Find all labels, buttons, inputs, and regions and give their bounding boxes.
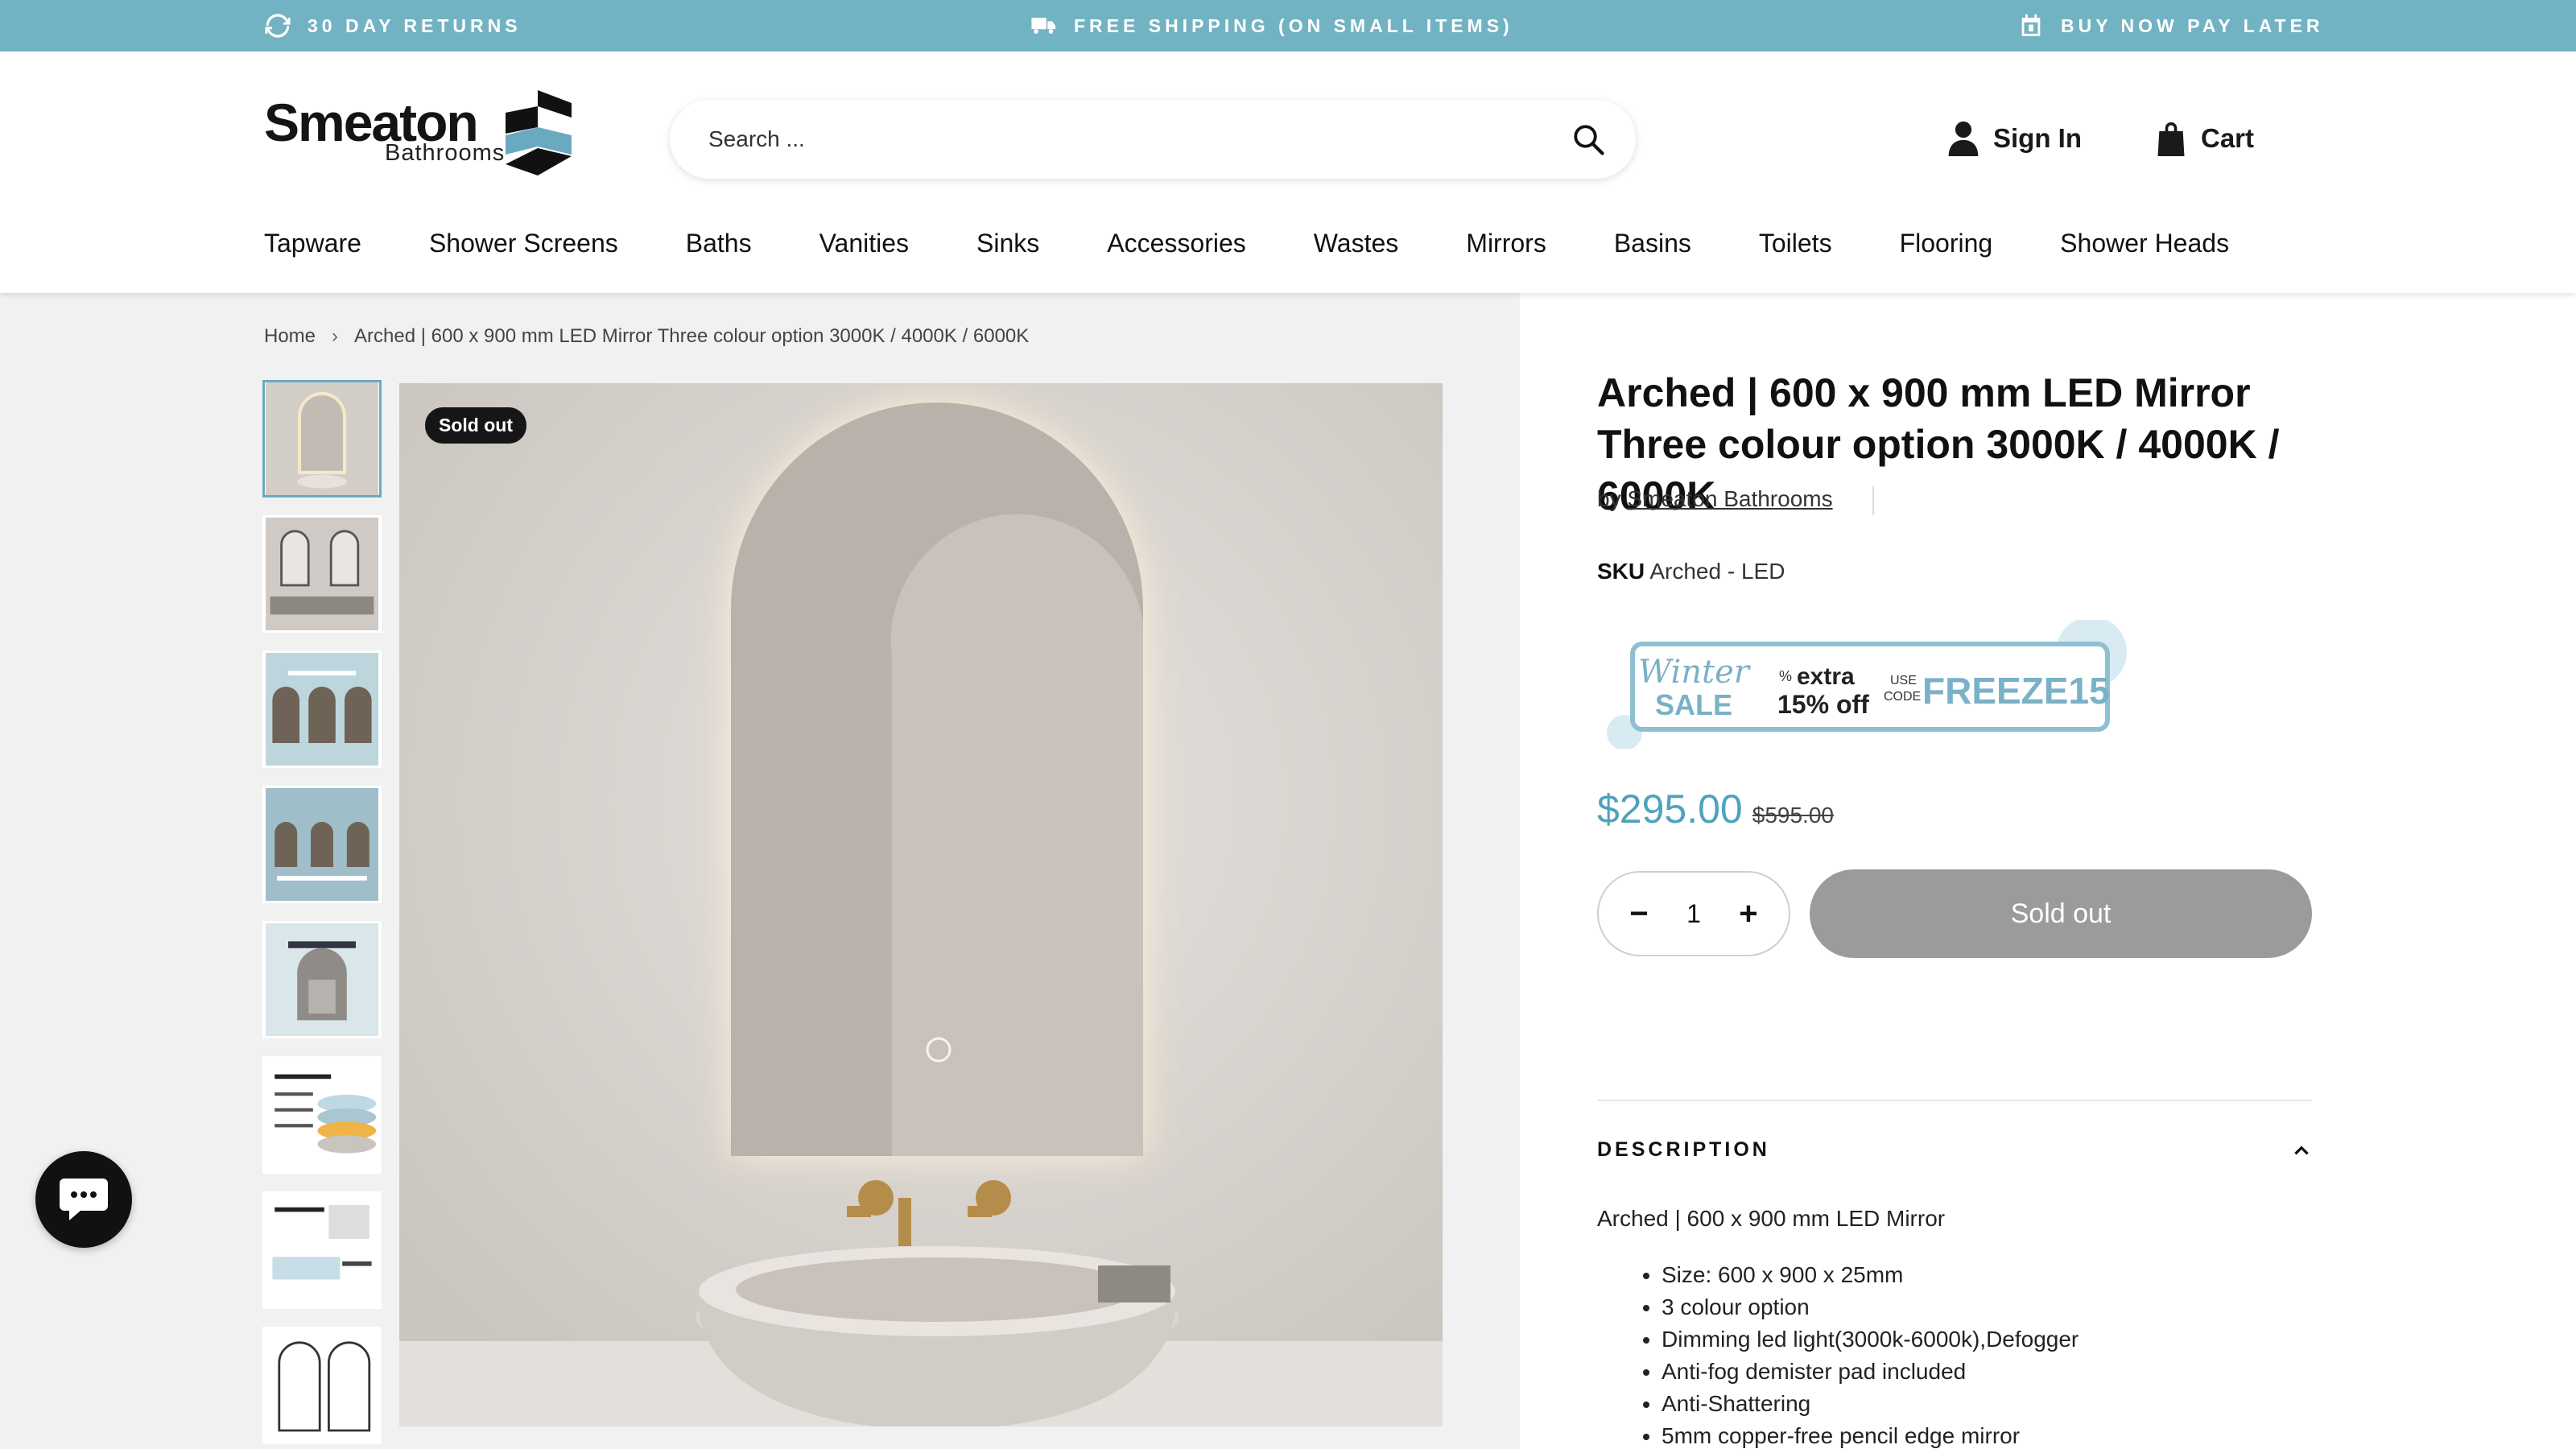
nav-item-vanities[interactable]: Vanities xyxy=(819,229,909,258)
announcement-text: BUY NOW PAY LATER xyxy=(2061,14,2324,36)
decrease-quantity-button[interactable]: − xyxy=(1623,896,1655,932)
banner-extra-text: extra xyxy=(1797,663,1855,690)
thumbnail-3[interactable] xyxy=(262,650,382,768)
banner-winter-text: Winter xyxy=(1638,654,1752,691)
chat-widget-button[interactable] xyxy=(35,1151,132,1248)
thumbnail-6[interactable] xyxy=(262,1056,382,1174)
banner-pct-text: % xyxy=(1779,668,1792,684)
search-bar xyxy=(670,100,1636,179)
description-intro: Arched | 600 x 900 mm LED Mirror xyxy=(1597,1206,1946,1231)
product-main-image[interactable] xyxy=(399,383,1443,1426)
logo-mark-icon xyxy=(506,90,572,175)
banner-use-text: USE xyxy=(1890,674,1917,687)
cart-link[interactable]: Cart xyxy=(2156,121,2254,156)
banner-code-label: CODE xyxy=(1884,690,1921,704)
announcement-text: 30 DAY RETURNS xyxy=(308,14,522,36)
banner-code-text: FREEZE15 xyxy=(1922,670,2110,712)
main-nav: Tapware Shower Screens Baths Vanities Si… xyxy=(264,229,2229,258)
price-block: $295.00 $595.00 xyxy=(1597,786,1834,832)
vendor-link[interactable]: Smeaton Bathrooms xyxy=(1627,486,1832,511)
vendor-prefix: by xyxy=(1597,486,1621,511)
winter-sale-banner: Winter SALE % extra 15% off USE CODE FRE… xyxy=(1600,620,2148,749)
quantity-value[interactable]: 1 xyxy=(1686,899,1701,929)
sale-price: $295.00 xyxy=(1597,786,1743,832)
user-icon xyxy=(1948,121,1979,156)
description-toggle[interactable]: DESCRIPTION xyxy=(1597,1138,2312,1162)
nav-item-shower-heads[interactable]: Shower Heads xyxy=(2060,229,2229,258)
thumbnail-list xyxy=(262,380,383,1449)
section-divider xyxy=(1597,1100,2312,1101)
logo-subtitle: Bathrooms xyxy=(385,140,506,166)
list-item: 3 colour option xyxy=(1662,1291,2079,1323)
sold-out-button[interactable]: Sold out xyxy=(1810,869,2312,958)
promo-banner-image: Winter SALE % extra 15% off USE CODE FRE… xyxy=(1607,620,2127,749)
compare-price: $595.00 xyxy=(1752,803,1834,828)
sign-in-label: Sign In xyxy=(1993,123,2082,153)
banner-off-text: 15% off xyxy=(1777,690,1869,719)
list-item: Size: 600 x 900 x 25mm xyxy=(1662,1259,2079,1291)
thumbnail-8[interactable] xyxy=(262,1327,382,1444)
nav-item-shower-screens[interactable]: Shower Screens xyxy=(429,229,618,258)
refresh-icon xyxy=(265,14,291,38)
thumbnail-7[interactable] xyxy=(262,1191,382,1309)
list-item: Anti-fog demister pad included xyxy=(1662,1356,2079,1388)
nav-item-baths[interactable]: Baths xyxy=(686,229,752,258)
thumbnail-1[interactable] xyxy=(262,380,382,497)
breadcrumb-home[interactable]: Home xyxy=(264,325,316,348)
product-sku: SKU Arched - LED xyxy=(1597,559,1785,584)
description-heading: DESCRIPTION xyxy=(1597,1138,1770,1161)
nav-item-flooring[interactable]: Flooring xyxy=(1900,229,1993,258)
nav-item-tapware[interactable]: Tapware xyxy=(264,229,361,258)
sign-in-link[interactable]: Sign In xyxy=(1948,121,2082,156)
nav-item-mirrors[interactable]: Mirrors xyxy=(1466,229,1546,258)
sku-label: SKU xyxy=(1597,559,1645,584)
list-item: Dimming led light(3000k-6000k),Defogger xyxy=(1662,1323,2079,1356)
site-header: Smeaton Bathrooms Sign In Cart Tapware S… xyxy=(0,52,2576,293)
truck-icon xyxy=(1031,18,1056,34)
logo[interactable]: Smeaton Bathrooms xyxy=(264,90,572,179)
calendar-icon xyxy=(2021,14,2041,36)
nav-item-toilets[interactable]: Toilets xyxy=(1759,229,1832,258)
breadcrumb-current: Arched | 600 x 900 mm LED Mirror Three c… xyxy=(354,325,1030,347)
announcement-bar: 30 DAY RETURNS FREE SHIPPING (ON SMALL I… xyxy=(0,0,2576,52)
increase-quantity-button[interactable]: + xyxy=(1732,896,1765,932)
sku-value: Arched - LED xyxy=(1649,559,1785,584)
description-list: Size: 600 x 900 x 25mm 3 colour option D… xyxy=(1662,1259,2079,1449)
search-icon xyxy=(1574,125,1604,155)
chat-bubble-icon xyxy=(60,1179,108,1220)
quantity-stepper: − 1 + xyxy=(1597,871,1790,956)
search-button[interactable] xyxy=(1568,119,1608,159)
sold-out-badge: Sold out xyxy=(425,407,526,444)
shopping-bag-icon xyxy=(2157,122,2185,156)
nav-item-wastes[interactable]: Wastes xyxy=(1314,229,1399,258)
announcement-shipping[interactable]: FREE SHIPPING (ON SMALL ITEMS) xyxy=(1030,0,1513,52)
banner-sale-text: SALE xyxy=(1655,688,1732,721)
thumbnail-2[interactable] xyxy=(262,515,382,633)
nav-item-basins[interactable]: Basins xyxy=(1614,229,1691,258)
thumbnail-4[interactable] xyxy=(262,786,382,903)
announcement-returns[interactable]: 30 DAY RETURNS xyxy=(264,0,522,52)
chevron-right-icon: › xyxy=(332,325,339,347)
list-item: 5mm copper-free pencil edge mirror xyxy=(1662,1420,2079,1449)
announcement-bnpl[interactable]: BUY NOW PAY LATER xyxy=(2017,0,2324,52)
announcement-text: FREE SHIPPING (ON SMALL ITEMS) xyxy=(1074,14,1513,36)
led-mirror-photo xyxy=(399,383,1443,1426)
thumbnail-5[interactable] xyxy=(262,921,382,1038)
nav-item-sinks[interactable]: Sinks xyxy=(976,229,1039,258)
breadcrumb: Home › Arched | 600 x 900 mm LED Mirror … xyxy=(264,325,1029,348)
vendor-divider xyxy=(1872,486,1874,515)
cart-label: Cart xyxy=(2201,123,2255,153)
product-vendor: by Smeaton Bathrooms xyxy=(1597,486,1833,512)
search-input[interactable] xyxy=(708,119,1513,159)
nav-item-accessories[interactable]: Accessories xyxy=(1107,229,1246,258)
chevron-up-icon xyxy=(2294,1145,2309,1154)
list-item: Anti-Shattering xyxy=(1662,1388,2079,1420)
